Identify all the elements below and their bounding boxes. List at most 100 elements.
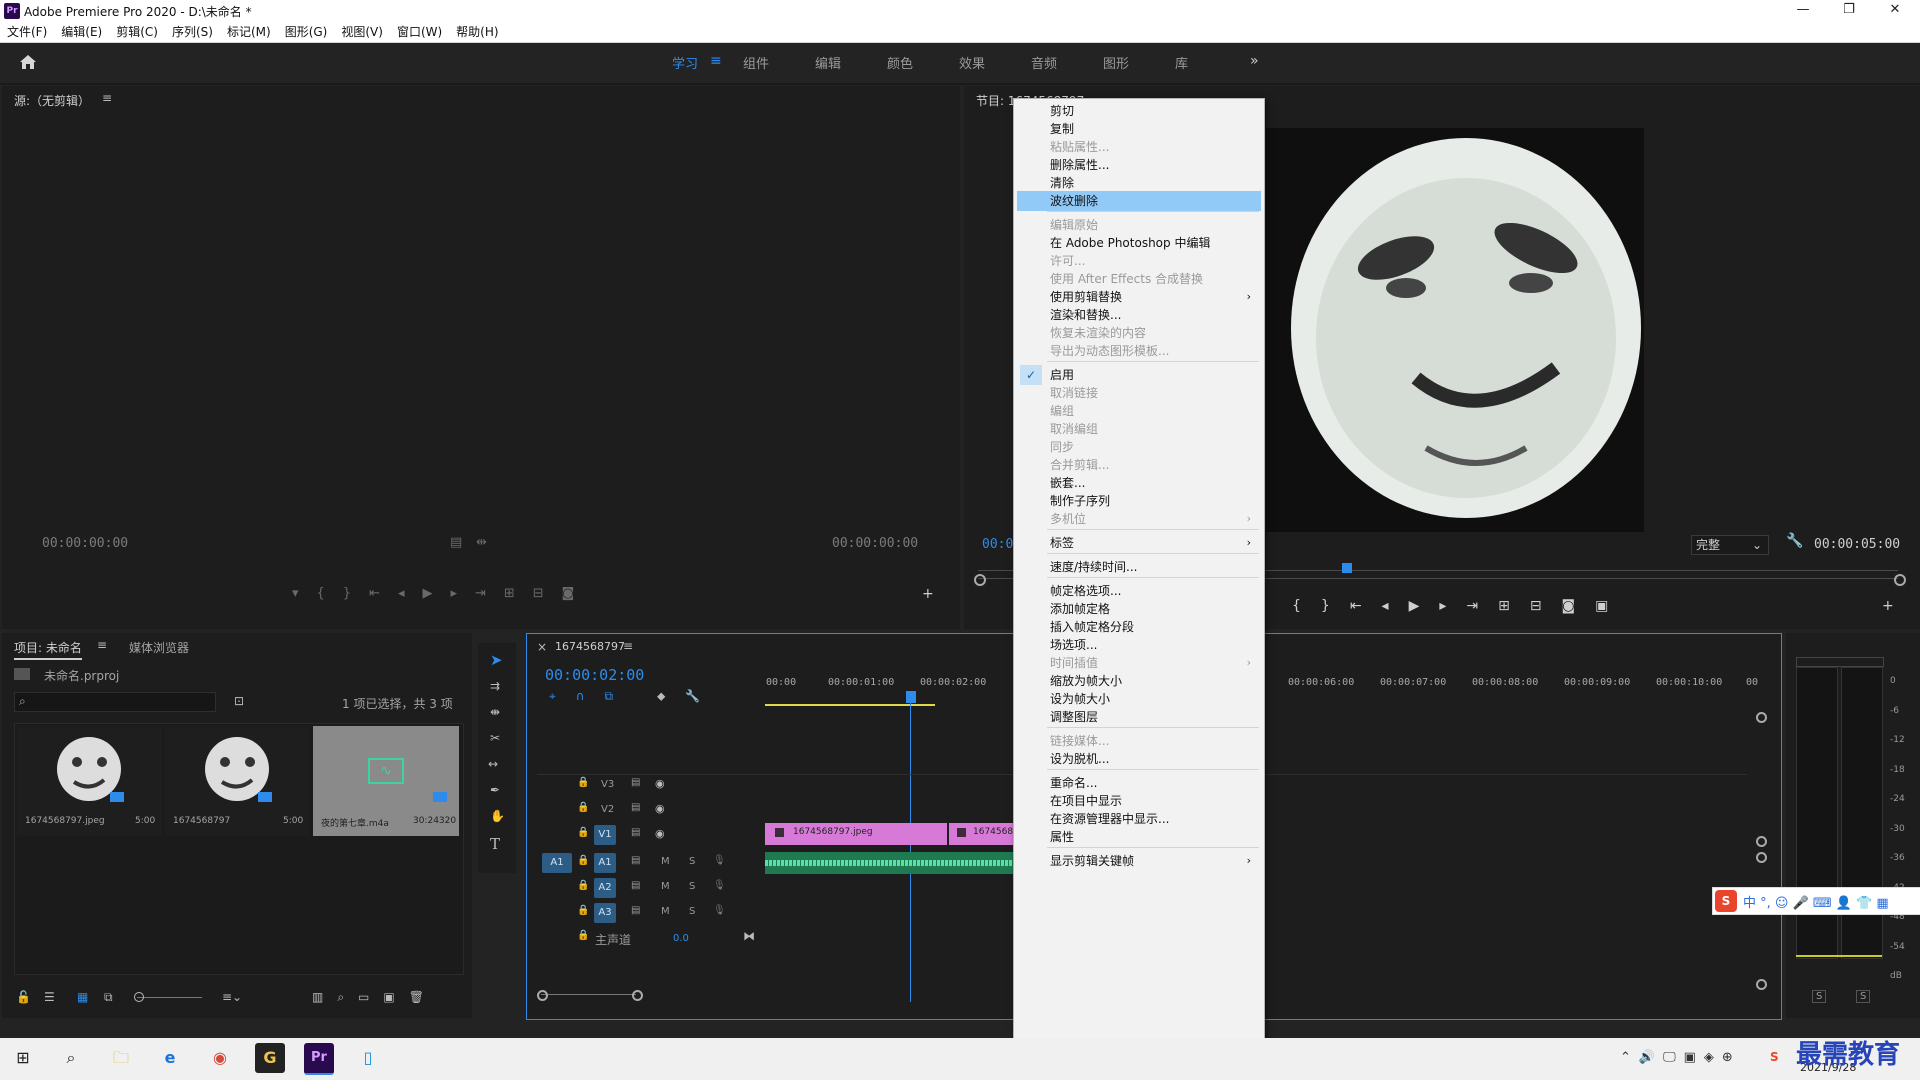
type-tool-icon[interactable]: T [490,835,500,853]
context-menu-item[interactable]: 重命名... [1017,773,1261,793]
project-item-sequence[interactable]: 1674568797 5:00 [165,726,310,836]
timeline-settings-icons[interactable]: ⌖∩⧉ [549,689,633,704]
zoom-slider-handle[interactable] [134,992,144,1002]
close-sequence-icon[interactable]: × [537,640,547,654]
workspace-tab-graphics[interactable]: 图形 [1103,53,1129,72]
source-transport-controls[interactable]: ▾{}⇤◂▶▸⇥⊞⊟◙ [292,586,592,601]
context-menu-item[interactable]: 使用剪辑替换 › [1017,287,1261,307]
menu-file[interactable]: 文件(F) [0,22,54,42]
context-menu-item[interactable]: 制作子序列 [1017,491,1261,511]
context-menu-item[interactable]: 在 Adobe Photoshop 中编辑 [1017,233,1261,253]
video-scroll-handle-top[interactable] [1756,712,1767,723]
audio-scroll-handle-bottom[interactable] [1756,979,1767,990]
scroll-handle-left[interactable] [537,990,548,1001]
scroll-handle-right[interactable] [632,990,643,1001]
video-clip-1[interactable]: 1674568797.jpeg [765,823,947,845]
panel-menu-icon[interactable]: ≡ [623,639,633,653]
lock-icon[interactable]: 🔒 [577,905,589,916]
context-menu-item[interactable]: 帧定格选项... [1017,581,1261,601]
context-menu-item[interactable]: 设为帧大小 [1017,689,1261,709]
sort-icon[interactable]: ≡⌄ [222,990,242,1004]
timeline-wrench-icon[interactable]: 🔧 [685,689,700,703]
menu-help[interactable]: 帮助(H) [449,22,505,42]
media-browser-tab[interactable]: 媒体浏览器 [129,639,189,656]
ripple-edit-tool-icon[interactable]: ⇼ [490,705,500,719]
microphone-icon[interactable]: 🎙 [713,880,726,891]
project-item-jpeg[interactable]: 1674568797.jpeg 5:00 [17,726,162,836]
app-g-icon[interactable]: G [255,1043,285,1073]
context-menu-item[interactable]: 属性 [1017,827,1261,847]
system-tray-icons[interactable]: ⌃🔊🖵▣◈⊕ [1620,1050,1741,1065]
menu-edit[interactable]: 编辑(E) [54,22,109,42]
track-select-tool-icon[interactable]: ⇉ [490,679,500,693]
project-item-audio[interactable]: ∿ 夜的第七章.m4a 30:24320 [313,726,459,836]
source-add-button[interactable]: + [922,586,934,602]
sync-lock-icon[interactable]: ▤ [631,880,640,891]
track-label-a1[interactable]: A1 [594,853,616,873]
audio-clip[interactable] [765,852,1013,874]
track-label-a3[interactable]: A3 [594,903,616,923]
master-end-icon[interactable]: ⧓ [743,929,755,943]
slip-tool-icon[interactable]: ↔ [488,757,498,771]
microphone-icon[interactable]: 🎙 [713,905,726,916]
menu-view[interactable]: 视图(V) [334,22,390,42]
context-menu-item[interactable]: 在项目中显示 [1017,791,1261,811]
chrome-icon[interactable]: ◉ [205,1043,235,1073]
menu-sequence[interactable]: 序列(S) [165,22,220,42]
mute-button[interactable]: M [661,881,670,892]
workspace-menu-icon[interactable]: ≡ [710,53,722,69]
panel-menu-icon[interactable]: ≡ [102,91,112,105]
source-settings-icon[interactable]: ▤ [450,535,462,550]
sequence-tab[interactable]: 1674568797 [555,640,625,653]
lock-icon[interactable]: 🔓 [16,990,31,1004]
source-fit-icon[interactable]: ⇹ [476,535,487,550]
master-volume-value[interactable]: 0.0 [673,933,689,944]
edge-browser-icon[interactable]: e [155,1043,185,1073]
selection-tool-icon[interactable]: ➤ [490,651,503,669]
project-tab[interactable]: 项目: 未命名 [14,639,82,660]
context-menu-item[interactable]: 标签 › [1017,533,1261,553]
context-menu-item[interactable]: 波纹删除 [1017,191,1261,211]
lock-icon[interactable]: 🔒 [577,802,589,813]
video-clip-2[interactable]: 1674568 [949,823,1013,845]
windows-start-icon[interactable]: ⊞ [8,1043,38,1073]
maximize-button[interactable]: ❐ [1826,0,1872,22]
search-icon[interactable]: ⌕ [56,1043,86,1073]
lock-icon[interactable]: 🔒 [577,827,589,838]
panel-menu-icon[interactable]: ≡ [97,638,107,652]
context-menu-item[interactable]: 剪切 [1017,101,1261,121]
close-button[interactable]: ✕ [1872,0,1918,22]
add-marker-icon[interactable]: ⬥ [657,689,665,704]
minimize-button[interactable]: — [1780,0,1826,22]
context-menu-item[interactable]: 删除属性... [1017,155,1261,175]
workspace-tab-libraries[interactable]: 库 [1175,53,1188,72]
program-playhead[interactable] [1342,563,1352,573]
sync-lock-icon[interactable]: ▤ [631,827,640,838]
zoom-handle-left[interactable] [974,574,986,586]
new-bin-from-search-icon[interactable]: ⊡ [234,694,244,708]
file-explorer-icon[interactable]: 🗀 [106,1043,136,1073]
track-label-v3[interactable]: V3 [601,779,614,790]
workspace-tab-learn[interactable]: 学习 [672,53,698,72]
meter-solo-right[interactable]: S [1856,990,1871,1003]
context-menu-item[interactable]: 插入帧定格分段 [1017,617,1261,637]
freeform-view-icon[interactable]: ⧉ [104,990,113,1005]
track-label-a2[interactable]: A2 [594,878,616,898]
eye-icon[interactable]: ◉ [655,777,665,790]
workspace-tab-effects[interactable]: 效果 [959,53,985,72]
home-icon[interactable] [18,52,38,72]
context-menu-item[interactable]: 在资源管理器中显示... [1017,809,1261,829]
audio-scroll-handle-top[interactable] [1756,852,1767,863]
lock-icon[interactable]: 🔒 [577,880,589,891]
icon-view-icon[interactable]: ▦ [77,990,88,1004]
source-monitor-title[interactable]: 源:（无剪辑） [14,92,90,109]
sogou-tray-icon[interactable]: S [1770,1050,1779,1064]
timeline-playhead-handle[interactable] [906,691,916,703]
context-menu-item[interactable]: 清除 [1017,173,1261,193]
menu-markers[interactable]: 标记(M) [220,22,278,42]
ime-status-icons[interactable]: 中 °, ☺ 🎤 ⌨ 👤 👕 ▦ [1743,892,1889,911]
menu-window[interactable]: 窗口(W) [390,22,449,42]
timeline-timecode[interactable]: 00:00:02:00 [545,666,644,684]
quality-select[interactable]: 完整 ⌄ [1691,535,1769,555]
eye-icon[interactable]: ◉ [655,802,665,815]
